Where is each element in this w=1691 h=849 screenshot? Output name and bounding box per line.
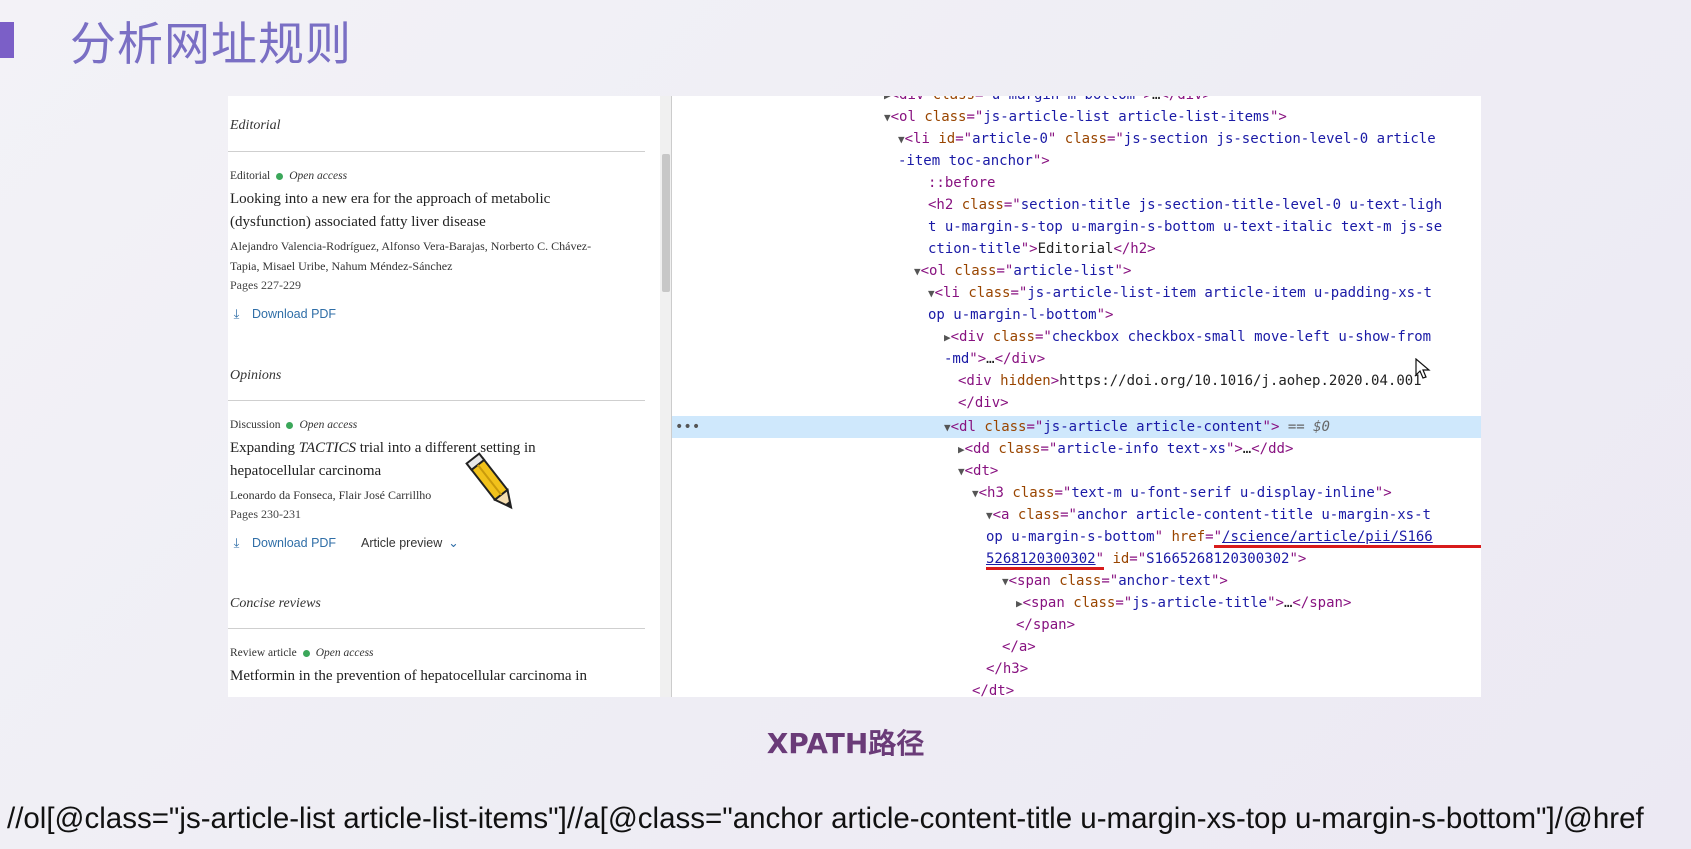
authors-line: Leonardo da Fonseca, Flair José Carrillh… [230, 488, 432, 502]
open-access-dot-icon [276, 172, 284, 180]
dom-node-h3[interactable]: ▼<h3 class="text-m u-font-serif u-displa… [972, 482, 1392, 505]
open-access-dot-icon [302, 649, 310, 657]
article-authors: Alejandro Valencia-Rodríguez, Alfonso Ve… [230, 236, 640, 276]
open-access-label: Open access [299, 419, 358, 431]
article-title-line: Expanding TACTICS trial into a different… [230, 437, 640, 460]
dom-close-span: </span> [1016, 617, 1076, 633]
article-preview-toggle[interactable]: Article preview ⌄ [361, 535, 459, 550]
article-title-line: Looking into a new era for the approach … [230, 191, 551, 207]
divider [228, 628, 645, 629]
dom-close-a: </a> [1002, 639, 1036, 655]
download-pdf-label: Download PDF [252, 536, 337, 550]
authors-line: Alejandro Valencia-Rodríguez, Alfonso Ve… [230, 239, 592, 253]
dom-node-continuation: t u-margin-s-top u-margin-s-bottom u-tex… [928, 219, 1443, 235]
dom-node-continuation: ction-title">Editorial</h2> [928, 241, 1156, 257]
dom-node-a-anchor[interactable]: ▼<a class="anchor article-content-title … [986, 504, 1431, 527]
dom-node-li-article-0[interactable]: ▼<li id="article-0" class="js-section js… [898, 128, 1436, 151]
dom-node-h2[interactable]: <h2 class="section-title js-section-titl… [928, 194, 1442, 216]
article-title-line: (dysfunction) associated fatty liver dis… [230, 214, 486, 230]
dom-node-continuation: op u-margin-l-bottom"> [928, 307, 1114, 323]
dom-node-dd-article-info[interactable]: ▶<dd class="article-info text-xs">…</dd> [958, 438, 1293, 461]
href-underline [1214, 545, 1481, 548]
divider [228, 151, 645, 152]
slide-accent-bar [0, 22, 14, 58]
xpath-expression: //ol[@class="js-article-list article-lis… [7, 802, 1644, 835]
dom-node-span-anchor-text[interactable]: ▼<span class="anchor-text"> [1002, 570, 1228, 593]
more-actions-icon[interactable]: ••• [675, 416, 700, 438]
title-emphasis: TACTICS [298, 440, 356, 456]
download-icon: ⤓ [233, 306, 240, 321]
dom-close-h3: </h3> [986, 661, 1029, 677]
article-title-line: Metformin in the prevention of hepatocel… [230, 668, 587, 684]
dom-node-div-hidden[interactable]: <div hidden>https://doi.org/10.1016/j.ao… [958, 370, 1422, 392]
mouse-pointer-icon [1415, 358, 1431, 379]
article-pages: Pages 227-229 [230, 278, 301, 292]
dom-close-div: </div> [958, 395, 1009, 411]
article-authors: Leonardo da Fonseca, Flair José Carrillh… [230, 485, 640, 505]
article-type: Discussion [230, 419, 281, 431]
dom-close-dt: </dt> [972, 683, 1015, 697]
download-pdf-link[interactable]: ⤓ Download PDF [230, 306, 336, 322]
article-title-line: hepatocellular carcinoma [230, 463, 382, 479]
dom-node-dl-selected[interactable]: ▼<dl class="js-article article-content">… [944, 416, 1330, 439]
authors-line: Tapia, Misael Uribe, Nahum Méndez-Sánche… [230, 259, 453, 273]
article-pages: Pages 230-231 [230, 507, 301, 521]
selected-marker: == $0 [1287, 419, 1330, 435]
article-title-link[interactable]: Metformin in the prevention of hepatocel… [230, 665, 640, 688]
dom-node-ol-article-list[interactable]: ▼<ol class="article-list"> [914, 260, 1131, 283]
article-title-link[interactable]: Expanding TACTICS trial into a different… [230, 437, 640, 483]
open-access-label: Open access [289, 170, 348, 182]
dom-node-continuation: -item toc-anchor"> [898, 153, 1050, 169]
download-pdf-link[interactable]: ⤓ Download PDF [230, 535, 336, 551]
dom-node-div-checkbox[interactable]: ▶<div class="checkbox checkbox-small mov… [944, 326, 1431, 349]
article-meta: Review article Open access [230, 647, 374, 659]
dom-node-li-article-item[interactable]: ▼<li class="js-article-list-item article… [928, 282, 1432, 305]
article-type: Review article [230, 647, 297, 659]
doi-text: https://doi.org/10.1016/j.aohep.2020.04.… [1059, 373, 1422, 389]
article-meta: Discussion Open access [230, 419, 357, 431]
download-icon: ⤓ [233, 535, 240, 550]
devtools-elements-panel: ••• ▶<div class="u-margin-m-bottom">…</d… [671, 96, 1481, 697]
dom-node-dt[interactable]: ▼<dt> [958, 460, 998, 483]
download-pdf-label: Download PDF [252, 307, 337, 321]
open-access-label: Open access [315, 647, 374, 659]
title-text: Expanding [230, 440, 299, 456]
dom-pseudo-before[interactable]: ::before [928, 172, 995, 194]
dom-node-continuation: -md">…</div> [944, 351, 1046, 367]
screenshot-panel: Editorial Editorial Open access Looking i… [228, 96, 1481, 697]
article-preview-label: Article preview [361, 536, 443, 550]
dom-node-span-article-title[interactable]: ▶<span class="js-article-title">…</span> [1016, 592, 1351, 615]
slide-title: 分析网址规则 [70, 17, 352, 71]
slide-subtitle: XPATH路径 [766, 727, 925, 760]
section-heading-opinions: Opinions [230, 368, 282, 383]
journal-issue-list: Editorial Editorial Open access Looking i… [228, 96, 660, 697]
pencil-cursor-icon [465, 452, 513, 510]
dom-node-ol-article-list-items[interactable]: ▼<ol class="js-article-list article-list… [884, 106, 1287, 129]
divider [228, 400, 645, 401]
chevron-down-icon: ⌄ [448, 536, 459, 550]
scrollbar-thumb[interactable] [662, 154, 670, 292]
section-heading-concise-reviews: Concise reviews [230, 596, 321, 611]
open-access-dot-icon [286, 421, 294, 429]
article-meta: Editorial Open access [230, 170, 347, 182]
section-heading-editorial: Editorial [230, 118, 281, 133]
article-title-link[interactable]: Looking into a new era for the approach … [230, 188, 640, 234]
article-type: Editorial [230, 170, 271, 182]
